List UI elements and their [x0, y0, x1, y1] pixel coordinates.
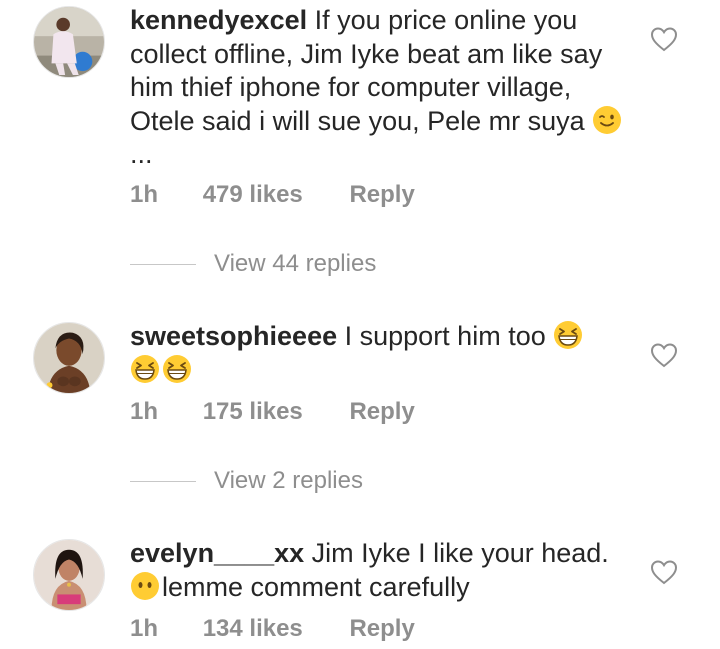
avatar[interactable]: [33, 6, 105, 78]
comment-time: 1h: [130, 181, 159, 208]
comment-message: I support him too: [344, 321, 546, 351]
view-replies-line: [130, 480, 196, 482]
winking-face-icon: [592, 105, 622, 135]
comment-meta: 1h 479 likes Reply: [130, 181, 415, 209]
avatar[interactable]: [33, 322, 105, 394]
grinning-squinting-face-icon: [553, 320, 583, 350]
comment-meta: 1h 175 likes Reply: [130, 398, 415, 426]
comment-message-line2: lemme comment carefully: [162, 571, 470, 602]
reply-button[interactable]: Reply: [349, 615, 414, 643]
reply-button[interactable]: Reply: [349, 181, 414, 209]
grinning-squinting-face-icon: [162, 354, 192, 384]
comment-likes[interactable]: 175 likes: [203, 398, 303, 426]
comment-username[interactable]: evelyn____xx: [130, 538, 304, 568]
comment-text: evelyn____xx Jim Iyke I like your head. …: [130, 537, 635, 604]
comment-message: Jim Iyke I like your head.: [311, 538, 609, 568]
view-replies-label[interactable]: View 44 replies: [214, 250, 376, 278]
grinning-squinting-face-icon: [130, 354, 160, 384]
reply-button[interactable]: Reply: [349, 398, 414, 426]
comment-likes[interactable]: 479 likes: [203, 181, 303, 209]
view-replies-button[interactable]: View 2 replies: [130, 466, 363, 496]
comment-time: 1h: [130, 615, 159, 642]
like-heart-icon[interactable]: [650, 26, 678, 52]
comment-ellipsis: ...: [130, 139, 153, 169]
comment-username[interactable]: sweetsophieeee: [130, 321, 337, 351]
comment-meta: 1h 134 likes Reply: [130, 615, 415, 643]
comment-text: sweetsophieeee I support him too: [130, 320, 635, 387]
view-replies-label[interactable]: View 2 replies: [214, 467, 363, 495]
avatar[interactable]: [33, 539, 105, 611]
comment-likes[interactable]: 134 likes: [203, 615, 303, 643]
comment-time: 1h: [130, 398, 159, 425]
like-heart-icon[interactable]: [650, 342, 678, 368]
view-replies-button[interactable]: View 44 replies: [130, 249, 376, 279]
comment-text: kennedyexcel If you price online you col…: [130, 4, 635, 172]
like-heart-icon[interactable]: [650, 559, 678, 585]
face-without-mouth-icon: [130, 571, 160, 601]
comment-username[interactable]: kennedyexcel: [130, 5, 307, 35]
view-replies-line: [130, 263, 196, 265]
